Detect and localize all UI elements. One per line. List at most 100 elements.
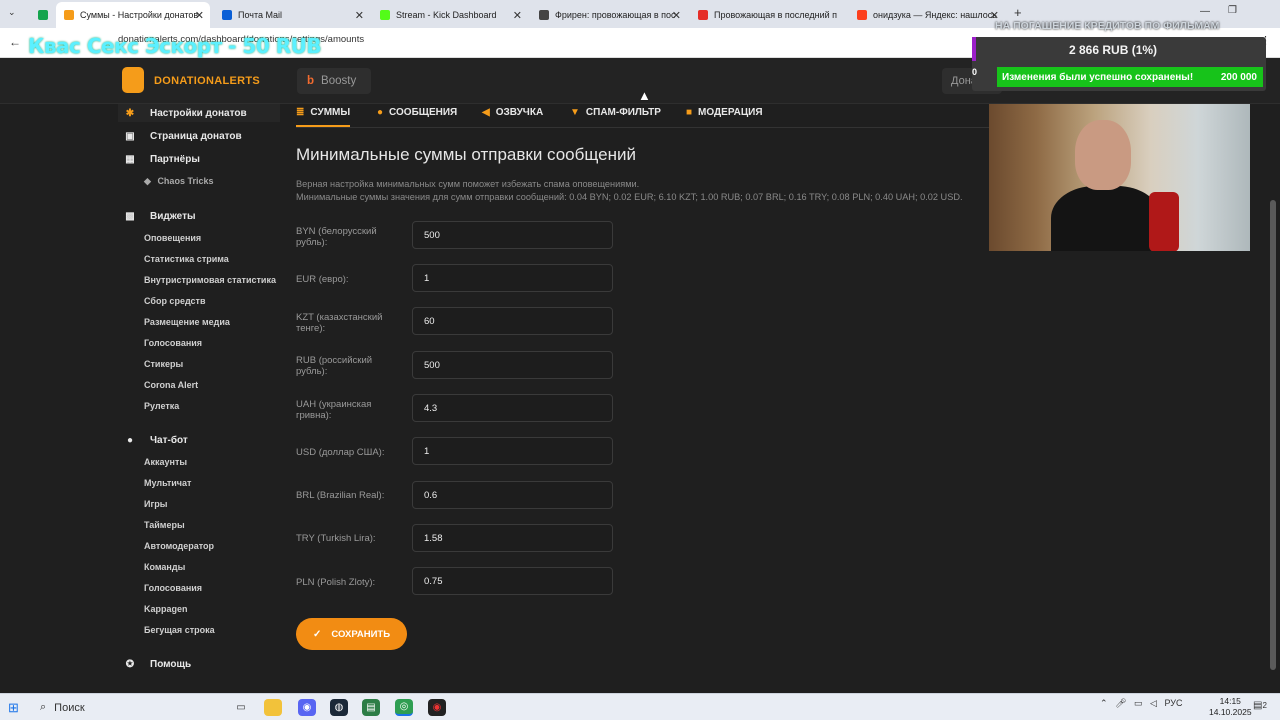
back-icon[interactable]: ←	[9, 35, 21, 49]
brl-amount-field[interactable]	[412, 481, 613, 509]
usd-amount-field[interactable]	[412, 437, 613, 465]
tab-messages[interactable]: ● СООБЩЕНИЯ	[377, 107, 457, 118]
close-icon[interactable]: ✕	[672, 9, 681, 22]
boosty-button[interactable]: b Boosty	[297, 68, 371, 94]
new-tab-icon[interactable]: +	[1014, 5, 1022, 20]
sidebar-item-kappagen[interactable]: Kappagen	[144, 604, 188, 618]
sidebar-item-chat-polls[interactable]: Голосования	[144, 583, 202, 597]
sidebar-item-label: Партнёры	[150, 153, 200, 165]
system-tray[interactable]: ⌃ 🎤︎ ▭ ◁ РУС	[1100, 698, 1183, 709]
tab-label: СУММЫ	[310, 107, 351, 118]
sidebar-item-fundraising[interactable]: Сбор средств	[144, 296, 205, 310]
kzt-amount-field[interactable]	[412, 307, 613, 335]
tab-label: МОДЕРАЦИЯ	[698, 107, 763, 118]
sidebar-item-automoderator[interactable]: Автомодератор	[144, 541, 214, 555]
tab-pinned[interactable]	[30, 4, 52, 26]
sidebar-item-timers[interactable]: Таймеры	[144, 520, 185, 534]
sidebar-item-polls[interactable]: Голосования	[144, 338, 202, 352]
tab-donation-settings[interactable]: Суммы - Настройки донатов ✕	[56, 2, 210, 28]
tab-amounts[interactable]: ≣ СУММЫ	[296, 107, 351, 127]
coins-icon: ≣	[296, 107, 305, 118]
sidebar-item-widgets[interactable]: ▩ Виджеты	[118, 208, 195, 224]
sidebar-item-stream-stats[interactable]: Статистика стрима	[144, 254, 229, 268]
tab-list-chevron-icon[interactable]: ⌄	[8, 7, 16, 18]
field-label-pln: PLN (Polish Zloty):	[296, 577, 376, 588]
file-explorer-icon[interactable]	[264, 699, 282, 716]
close-icon[interactable]: ✕	[355, 9, 364, 22]
grid-icon: ▦	[125, 153, 135, 165]
sidebar-item-stickers[interactable]: Стикеры	[144, 359, 183, 373]
sidebar-item-corona-alert[interactable]: Corona Alert	[144, 380, 198, 394]
sidebar-item-accounts[interactable]: Аккаунты	[144, 457, 187, 471]
donationalerts-logo-icon[interactable]	[122, 67, 144, 93]
rub-amount-field[interactable]	[412, 351, 613, 379]
sidebar-item-commands[interactable]: Команды	[144, 562, 185, 576]
stream-goal-title: НА ПОГАШЕНИЕ КРЕДИТОВ ПО ФИЛЬМАМ	[995, 20, 1220, 32]
kick-favicon-icon	[380, 10, 390, 20]
sidebar-item-media[interactable]: Размещение медиа	[144, 317, 230, 331]
tab-mail[interactable]: Почта Mail ✕	[214, 4, 370, 26]
sidebar-item-alerts[interactable]: Оповещения	[144, 233, 201, 247]
microphone-icon[interactable]: 🎤︎	[1115, 698, 1126, 708]
sidebar-item-roulette[interactable]: Рулетка	[144, 401, 179, 415]
yandex-favicon-icon	[857, 10, 867, 20]
restore-icon[interactable]: ❐	[1228, 5, 1237, 16]
tab-label: СООБЩЕНИЯ	[389, 107, 458, 118]
webcam-feed	[989, 104, 1250, 251]
obs-icon[interactable]: ◉	[428, 699, 446, 716]
sidebar-item-chaos-tricks[interactable]: ◆ Chaos Tricks	[144, 176, 213, 190]
scrollbar[interactable]	[1270, 200, 1276, 670]
minimize-icon[interactable]: —	[1200, 6, 1210, 17]
sidebar-item-label: Страница донатов	[150, 130, 242, 142]
byn-amount-field[interactable]	[412, 221, 613, 249]
tab-voice[interactable]: ◀ ОЗВУЧКА	[482, 107, 543, 118]
sidebar-item-chatbot[interactable]: ● Чат-бот	[118, 432, 188, 448]
tab-moderation[interactable]: ■ МОДЕРАЦИЯ	[686, 107, 763, 118]
discord-icon[interactable]: ◉	[298, 699, 316, 716]
tab-title: Stream - Kick Dashboard	[396, 10, 497, 20]
network-icon[interactable]: ▭	[1134, 698, 1143, 708]
close-icon[interactable]: ✕	[513, 9, 522, 22]
logo-text[interactable]: DONATIONALERTS	[154, 75, 260, 87]
volume-icon[interactable]: ◁	[1150, 698, 1157, 708]
sidebar-item-partners[interactable]: ▦ Партнёры	[118, 151, 200, 167]
tab-frieren-2[interactable]: Провожающая в последний п	[690, 4, 846, 26]
sidebar-item-instream-stats[interactable]: Внутристримовая статистика	[144, 275, 276, 289]
sidebar-item-donation-page[interactable]: ▣ Страница донатов	[118, 128, 242, 144]
stream-goal-target: 200 000	[1220, 71, 1257, 83]
boosty-label: Boosty	[321, 75, 357, 87]
filter-icon: ▼	[570, 107, 580, 118]
taskbar-search[interactable]: ⌕ Поиск	[32, 697, 224, 718]
windows-start-icon[interactable]: ⊞	[8, 700, 19, 716]
field-label-usd: USD (доллар США):	[296, 447, 385, 458]
steam-icon[interactable]: ◍	[330, 699, 348, 716]
try-amount-field[interactable]	[412, 524, 613, 552]
sidebar-item-games[interactable]: Игры	[144, 499, 167, 513]
clock[interactable]: 14:15 14.10.2025	[1209, 696, 1252, 718]
task-view-icon[interactable]: ▭	[232, 699, 250, 716]
chevron-up-icon[interactable]: ⌃	[1100, 698, 1108, 708]
app-icon[interactable]: ▤	[362, 699, 380, 716]
chat-icon: ●	[126, 434, 134, 446]
tab-spam-filter[interactable]: ▼ СПАМ-ФИЛЬТР	[570, 107, 661, 118]
sidebar-item-label: Чат-бот	[150, 434, 188, 446]
notifications-icon[interactable]: ▤2	[1253, 700, 1267, 711]
chrome-icon[interactable]: ◎	[395, 699, 413, 716]
sidebar-item-ticker[interactable]: Бегущая строка	[144, 625, 215, 639]
language-indicator[interactable]: РУС	[1164, 698, 1182, 708]
eur-amount-field[interactable]	[412, 264, 613, 292]
save-button[interactable]: ✓ СОХРАНИТЬ	[296, 618, 407, 650]
tab-yandex[interactable]: онидзука — Яндекс: нашлось ✕	[849, 4, 1005, 26]
field-label-try: TRY (Turkish Lira):	[296, 533, 376, 544]
check-icon: ✓	[312, 628, 322, 640]
sidebar-item-donation-settings[interactable]: ✱ Настройки донатов	[118, 104, 280, 122]
tab-frieren-1[interactable]: Фрирен: провожающая в пос ✕	[531, 4, 687, 26]
uah-amount-field[interactable]	[412, 394, 613, 422]
field-label-brl: BRL (Brazilian Real):	[296, 490, 385, 501]
sidebar-item-multichat[interactable]: Мультичат	[144, 478, 191, 492]
tab-kick[interactable]: Stream - Kick Dashboard ✕	[372, 4, 528, 26]
pln-amount-field[interactable]	[412, 567, 613, 595]
tab-title: Почта Mail	[238, 10, 282, 20]
sidebar-item-help[interactable]: ✪ Помощь	[118, 656, 191, 672]
close-icon[interactable]: ✕	[195, 9, 204, 22]
